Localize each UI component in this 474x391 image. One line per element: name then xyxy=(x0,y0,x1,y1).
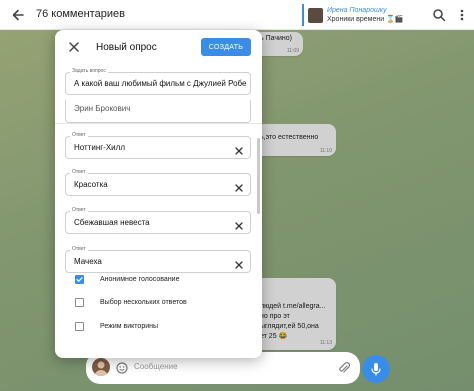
question-field[interactable]: Задать вопрос А какой ваш любимый фильм … xyxy=(65,68,251,95)
question-input[interactable]: А какой ваш любимый фильм с Джулией Робе xyxy=(74,79,246,88)
back-arrow-icon[interactable] xyxy=(8,5,28,25)
close-icon[interactable] xyxy=(67,40,81,54)
dialog-title: Новый опрос xyxy=(96,42,157,53)
clear-option-icon[interactable] xyxy=(234,218,244,230)
anonymous-voting-option[interactable]: Анонимное голосование xyxy=(75,272,179,286)
option-input[interactable]: Красотка xyxy=(74,180,246,189)
option-setting-label: Анонимное голосование xyxy=(100,275,180,283)
multiple-answers-option[interactable]: Выбор нескольких ответов xyxy=(75,295,187,309)
checkbox[interactable] xyxy=(75,321,84,331)
attach-icon[interactable] xyxy=(338,361,351,375)
option-field[interactable]: Ответ Ноттинг-Хилл xyxy=(65,132,251,159)
quiz-mode-option[interactable]: Режим викторины xyxy=(75,319,158,333)
create-button[interactable]: СОЗДАТЬ xyxy=(201,38,251,56)
option-input[interactable]: Ноттинг-Хилл xyxy=(74,143,246,152)
avatar[interactable] xyxy=(92,358,110,376)
pinned-thumbnail xyxy=(308,7,323,23)
clear-option-icon[interactable] xyxy=(234,257,244,269)
option-setting-label: Выбор нескольких ответов xyxy=(100,298,187,306)
option-input[interactable]: Мачеха xyxy=(74,257,246,266)
search-icon[interactable] xyxy=(432,8,446,22)
option-label: Ответ xyxy=(70,169,88,175)
option-field[interactable]: Ответ Сбежавшая невеста xyxy=(65,207,251,234)
option-label: Ответ xyxy=(70,246,88,252)
question-label: Задать вопрос xyxy=(70,68,108,74)
pinned-author: Ирена Понарошку xyxy=(327,7,387,14)
checkbox[interactable] xyxy=(75,297,84,307)
checkmark-icon xyxy=(76,276,83,282)
option-field[interactable]: Ответ Мачеха xyxy=(65,246,251,273)
mic-button[interactable] xyxy=(362,355,390,383)
message-input[interactable]: Сообщение xyxy=(134,362,178,371)
option-setting-label: Режим викторины xyxy=(100,322,159,330)
clear-option-icon[interactable] xyxy=(234,180,244,192)
new-poll-dialog: Новый опрос СОЗДАТЬ Задать вопрос А како… xyxy=(55,30,262,358)
checkbox-checked[interactable] xyxy=(75,274,84,284)
option-field[interactable]: Ответ Красотка xyxy=(65,169,251,196)
divider xyxy=(55,123,262,124)
option-input[interactable]: Эрин Брокович xyxy=(74,104,246,113)
clear-option-icon[interactable] xyxy=(234,143,244,155)
option-label: Ответ xyxy=(70,207,88,213)
emoji-icon[interactable] xyxy=(116,361,128,374)
scrollbar[interactable] xyxy=(257,138,260,214)
pinned-subtitle: Хроники времени ⌛🎬 xyxy=(327,16,404,23)
option-input[interactable]: Сбежавшая невеста xyxy=(74,218,246,227)
more-vertical-icon[interactable] xyxy=(455,8,469,22)
mic-icon xyxy=(371,363,381,376)
pinned-message[interactable]: Ирена Понарошку Хроники времени ⌛🎬 xyxy=(302,4,420,26)
top-bar: 76 комментариев Ирена Понарошку Хроники … xyxy=(0,0,474,30)
option-field-partial[interactable]: Эрин Брокович xyxy=(65,100,251,123)
page-title: 76 комментариев xyxy=(36,8,125,20)
option-label: Ответ xyxy=(70,132,88,138)
